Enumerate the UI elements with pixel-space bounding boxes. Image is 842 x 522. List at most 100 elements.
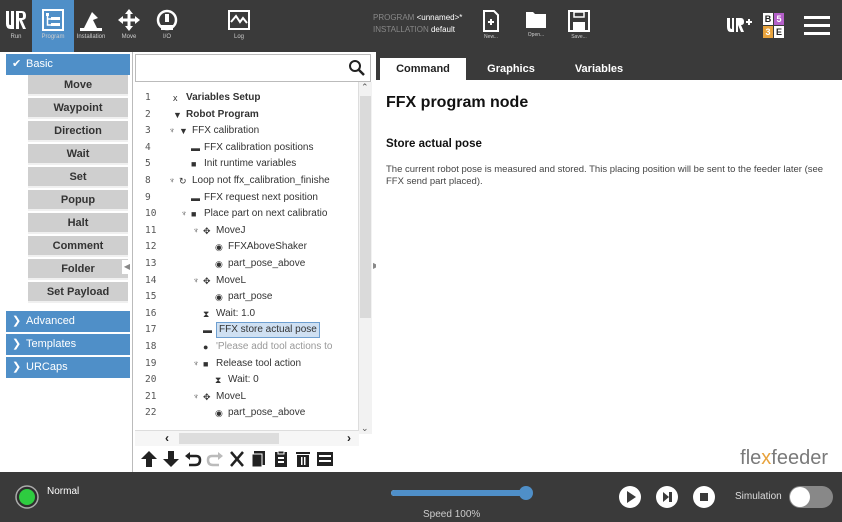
delete-button[interactable] bbox=[293, 450, 313, 470]
collapse-left-handle[interactable]: ◀ bbox=[122, 260, 132, 274]
expand-toggle-icon[interactable]: ♆ bbox=[193, 389, 199, 405]
tree-row[interactable]: 14 ♆ ✥ MoveL bbox=[133, 273, 357, 290]
copy-button[interactable] bbox=[249, 450, 269, 470]
io-icon bbox=[156, 9, 178, 31]
node-label: FFXAboveShaker bbox=[228, 241, 307, 253]
tree-vertical-scrollbar[interactable]: ⌃ ⌄ bbox=[358, 82, 372, 434]
expand-toggle-icon[interactable]: ♆ bbox=[169, 123, 175, 139]
move-up-button[interactable] bbox=[139, 450, 159, 470]
scroll-up-icon[interactable]: ⌃ bbox=[361, 82, 369, 93]
paste-button[interactable] bbox=[271, 450, 291, 470]
node-label: Init runtime variables bbox=[204, 158, 297, 170]
tree-row[interactable]: 4 ▬ FFX calibration positions bbox=[133, 140, 357, 157]
expand-toggle-icon[interactable]: ♆ bbox=[169, 173, 175, 189]
templates-group-header[interactable]: ❯ Templates bbox=[6, 334, 130, 355]
search-field[interactable] bbox=[135, 54, 371, 82]
node-type-icon: x bbox=[173, 93, 178, 103]
tree-row[interactable]: 10 ♆ ■ Place part on next calibratio bbox=[133, 206, 357, 223]
section-title: Store actual pose bbox=[386, 138, 482, 150]
move-down-button[interactable] bbox=[161, 450, 181, 470]
suppress-button[interactable] bbox=[315, 450, 335, 470]
node-wait[interactable]: Wait bbox=[28, 144, 128, 165]
advanced-group-label: Advanced bbox=[26, 315, 75, 327]
tree-row[interactable]: 18 ● 'Please add tool actions to bbox=[133, 339, 357, 356]
speed-slider[interactable] bbox=[391, 486, 533, 500]
tree-row[interactable]: 22 ◉ part_pose_above bbox=[133, 405, 357, 422]
node-folder[interactable]: Folder bbox=[28, 259, 128, 280]
play-button[interactable] bbox=[618, 485, 642, 509]
hamburger-menu-icon[interactable] bbox=[804, 14, 830, 36]
tree-row[interactable]: 5 ■ Init runtime variables bbox=[133, 156, 357, 173]
expand-toggle-icon[interactable]: ♆ bbox=[193, 223, 199, 239]
tree-row[interactable]: 19 ♆ ■ Release tool action bbox=[133, 356, 357, 373]
move-arrows-icon bbox=[118, 9, 140, 31]
new-button[interactable]: New... bbox=[475, 6, 507, 46]
tree-row[interactable]: 1 x Variables Setup bbox=[133, 90, 357, 107]
node-halt[interactable]: Halt bbox=[28, 213, 128, 234]
tree-row[interactable]: 2 ▼ Robot Program bbox=[133, 107, 357, 124]
node-popup[interactable]: Popup bbox=[28, 190, 128, 211]
stop-button[interactable] bbox=[692, 485, 716, 509]
io-button[interactable]: I/O bbox=[150, 0, 184, 52]
expand-toggle-icon[interactable]: ♆ bbox=[193, 356, 199, 372]
log-button[interactable]: Log bbox=[222, 0, 256, 52]
tab-variables[interactable]: Variables bbox=[556, 58, 642, 80]
node-set[interactable]: Set bbox=[28, 167, 128, 188]
installation-button[interactable]: Installation bbox=[74, 0, 108, 52]
tree-row[interactable]: 11 ♆ ✥ MoveJ bbox=[133, 223, 357, 240]
tree-row[interactable]: 20 ⧗ Wait: 0 bbox=[133, 372, 357, 389]
tab-command[interactable]: Command bbox=[380, 58, 466, 80]
node-type-icon: ◉ bbox=[215, 242, 223, 253]
tree-row[interactable]: 13 ◉ part_pose_above bbox=[133, 256, 357, 273]
run-button[interactable]: Run bbox=[0, 0, 32, 52]
cut-button[interactable] bbox=[227, 450, 247, 470]
node-comment[interactable]: Comment bbox=[28, 236, 128, 257]
expand-toggle-icon[interactable]: ♆ bbox=[181, 206, 187, 222]
urcaps-group-header[interactable]: ❯ URCaps bbox=[6, 357, 130, 378]
node-direction[interactable]: Direction bbox=[28, 121, 128, 142]
new-file-icon bbox=[483, 10, 499, 32]
installation-icon bbox=[80, 12, 102, 31]
badge-3: 3 bbox=[763, 26, 773, 38]
speed-slider-knob[interactable] bbox=[519, 486, 533, 500]
node-move[interactable]: Move bbox=[28, 75, 128, 96]
scroll-down-icon[interactable]: ⌄ bbox=[361, 423, 369, 434]
tree-row[interactable]: 9 ▬ FFX request next position bbox=[133, 190, 357, 207]
tree-scroll-thumb[interactable] bbox=[360, 96, 371, 318]
line-number: 5 bbox=[145, 158, 151, 170]
tree-row[interactable]: 12 ◉ FFXAboveShaker bbox=[133, 239, 357, 256]
simulation-toggle[interactable] bbox=[789, 486, 833, 508]
expand-toggle-icon[interactable]: ♆ bbox=[193, 273, 199, 289]
save-button[interactable]: Save... bbox=[563, 6, 595, 46]
urcaps-group-label: URCaps bbox=[26, 361, 68, 373]
program-info: PROGRAM <unnamed>* INSTALLATION default bbox=[373, 12, 462, 36]
urplus-icon[interactable] bbox=[725, 15, 753, 35]
tree-row[interactable]: 21 ♆ ✥ MoveL bbox=[133, 389, 357, 406]
tree-row[interactable]: 8 ♆ ↻ Loop not ffx_calibration_finishe bbox=[133, 173, 357, 190]
step-button[interactable] bbox=[655, 485, 679, 509]
tree-horizontal-scrollbar[interactable]: ‹ › bbox=[135, 430, 359, 446]
node-set-payload[interactable]: Set Payload bbox=[28, 282, 128, 303]
tab-graphics[interactable]: Graphics bbox=[468, 58, 554, 80]
scroll-right-icon[interactable]: › bbox=[347, 431, 351, 445]
node-type-icon: ✥ bbox=[203, 225, 211, 236]
hscroll-thumb[interactable] bbox=[179, 433, 279, 444]
advanced-group-header[interactable]: ❯ Advanced bbox=[6, 311, 130, 332]
tree-row[interactable]: 16 ⧗ Wait: 1.0 bbox=[133, 306, 357, 323]
robot-status-icon[interactable] bbox=[15, 485, 39, 509]
program-tree-panel: 1 x Variables Setup 2 ▼ Robot Program 3 ♆ ▼ FFX c… bbox=[132, 52, 374, 472]
tree-row[interactable]: 3 ♆ ▼ FFX calibration bbox=[133, 123, 357, 140]
redo-button[interactable] bbox=[205, 450, 225, 470]
scroll-left-icon[interactable]: ‹ bbox=[165, 431, 169, 445]
flexfeeder-logo: flexfeeder bbox=[740, 447, 828, 470]
node-waypoint[interactable]: Waypoint bbox=[28, 98, 128, 119]
line-number: 16 bbox=[145, 307, 157, 319]
undo-button[interactable] bbox=[183, 450, 203, 470]
program-button[interactable]: Program bbox=[32, 0, 74, 52]
tree-row[interactable]: 17 ▬ FFX store actual pose bbox=[133, 322, 357, 339]
search-icon[interactable] bbox=[348, 59, 366, 77]
tree-row[interactable]: 15 ◉ part_pose bbox=[133, 289, 357, 306]
basic-group-header[interactable]: ✔ Basic bbox=[6, 54, 130, 75]
move-button[interactable]: Move bbox=[112, 0, 146, 52]
open-button[interactable]: Open... bbox=[520, 6, 552, 46]
